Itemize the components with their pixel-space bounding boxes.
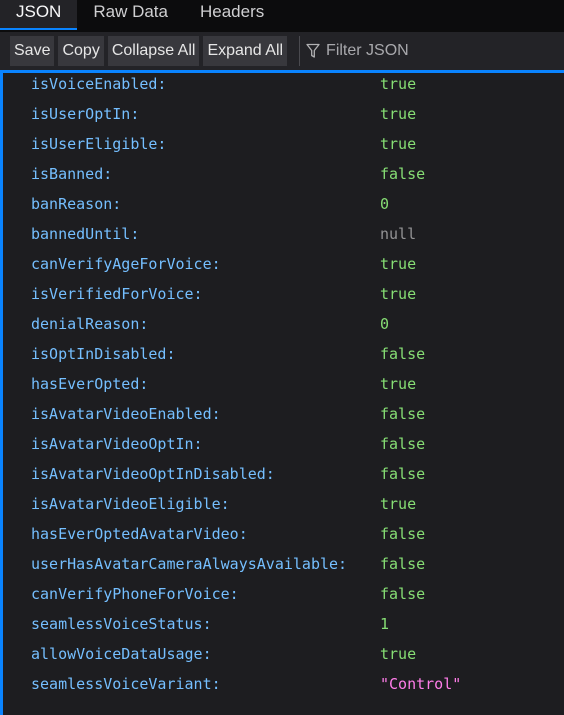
json-value: true <box>380 135 417 153</box>
json-value: false <box>380 165 426 183</box>
json-key: isAvatarVideoOptInDisabled: <box>31 465 275 483</box>
json-value: false <box>380 435 426 453</box>
tab-raw-data[interactable]: Raw Data <box>77 0 184 30</box>
json-key: seamlessVoiceVariant: <box>31 675 221 693</box>
json-row[interactable]: seamlessVoiceVariant: "Control" <box>3 673 564 703</box>
json-key: userHasAvatarCameraAlwaysAvailable: <box>31 555 348 573</box>
json-key: isAvatarVideoOptIn: <box>31 435 203 453</box>
json-toolbar: Save Copy Collapse All Expand All <box>0 32 564 70</box>
json-key: bannedUntil: <box>31 225 140 243</box>
json-value: true <box>380 375 417 393</box>
json-key: denialReason: <box>31 315 149 333</box>
json-value: true <box>380 495 417 513</box>
tab-json[interactable]: JSON <box>0 0 78 30</box>
json-key: isUserOptIn: <box>31 105 140 123</box>
funnel-icon <box>306 43 320 58</box>
json-value: true <box>380 285 417 303</box>
filter-json-input[interactable] <box>326 42 527 60</box>
json-key: isOptInDisabled: <box>31 345 176 363</box>
json-row[interactable]: banReason: 0 <box>3 193 564 223</box>
json-rows: isVoiceEnabled: true isUserOptIn: true isUse… <box>3 73 564 703</box>
json-tree-panel: isVoiceEnabled: true isUserOptIn: true isUse… <box>0 70 564 715</box>
json-key: hasEverOptedAvatarVideo: <box>31 525 248 543</box>
json-row[interactable]: isAvatarVideoEnabled: false <box>3 403 564 433</box>
collapse-all-button[interactable]: Collapse All <box>107 36 200 66</box>
json-key: isUserEligible: <box>31 135 167 153</box>
tab-headers[interactable]: Headers <box>184 0 280 30</box>
json-key: isVoiceEnabled: <box>31 75 167 93</box>
json-key: canVerifyPhoneForVoice: <box>31 585 239 603</box>
json-key: hasEverOpted: <box>31 375 149 393</box>
json-row[interactable]: isAvatarVideoOptIn: false <box>3 433 564 463</box>
json-value: false <box>380 585 426 603</box>
json-row[interactable]: isOptInDisabled: false <box>3 343 564 373</box>
json-value: false <box>380 465 426 483</box>
save-button[interactable]: Save <box>10 36 55 66</box>
json-row[interactable]: isUserOptIn: true <box>3 103 564 133</box>
json-row[interactable]: isAvatarVideoEligible: true <box>3 493 564 523</box>
json-value: false <box>380 405 426 423</box>
json-value: true <box>380 645 417 663</box>
json-key: seamlessVoiceStatus: <box>31 615 212 633</box>
json-row[interactable]: isVerifiedForVoice: true <box>3 283 564 313</box>
json-row[interactable]: seamlessVoiceStatus: 1 <box>3 613 564 643</box>
json-row[interactable]: isVoiceEnabled: true <box>3 73 564 103</box>
json-row[interactable]: allowVoiceDataUsage: true <box>3 643 564 673</box>
json-row[interactable]: canVerifyPhoneForVoice: false <box>3 583 564 613</box>
json-row[interactable]: denialReason: 0 <box>3 313 564 343</box>
json-row[interactable]: hasEverOpted: true <box>3 373 564 403</box>
copy-button[interactable]: Copy <box>58 36 104 66</box>
json-row[interactable]: bannedUntil: null <box>3 223 564 253</box>
json-key: canVerifyAgeForVoice: <box>31 255 221 273</box>
viewer-tab-bar: JSON Raw Data Headers <box>0 0 564 32</box>
json-row[interactable]: userHasAvatarCameraAlwaysAvailable: false <box>3 553 564 583</box>
json-value: true <box>380 255 417 273</box>
expand-all-button[interactable]: Expand All <box>203 36 288 66</box>
json-key: isAvatarVideoEligible: <box>31 495 230 513</box>
json-value: false <box>380 555 426 573</box>
json-key: allowVoiceDataUsage: <box>31 645 212 663</box>
json-key: isVerifiedForVoice: <box>31 285 203 303</box>
json-row[interactable]: isUserEligible: true <box>3 133 564 163</box>
json-value: false <box>380 525 426 543</box>
json-row[interactable]: isAvatarVideoOptInDisabled: false <box>3 463 564 493</box>
json-value: true <box>380 75 417 93</box>
json-value: true <box>380 105 417 123</box>
json-key: isAvatarVideoEnabled: <box>31 405 221 423</box>
json-value: 1 <box>380 615 390 633</box>
json-key: isBanned: <box>31 165 113 183</box>
json-row[interactable]: isBanned: false <box>3 163 564 193</box>
filter-box <box>299 36 527 66</box>
json-value: null <box>380 225 417 243</box>
json-row[interactable]: canVerifyAgeForVoice: true <box>3 253 564 283</box>
json-key: banReason: <box>31 195 122 213</box>
json-row[interactable]: hasEverOptedAvatarVideo: false <box>3 523 564 553</box>
json-value: "Control" <box>380 675 462 693</box>
json-value: 0 <box>380 315 390 333</box>
json-value: 0 <box>380 195 390 213</box>
json-value: false <box>380 345 426 363</box>
